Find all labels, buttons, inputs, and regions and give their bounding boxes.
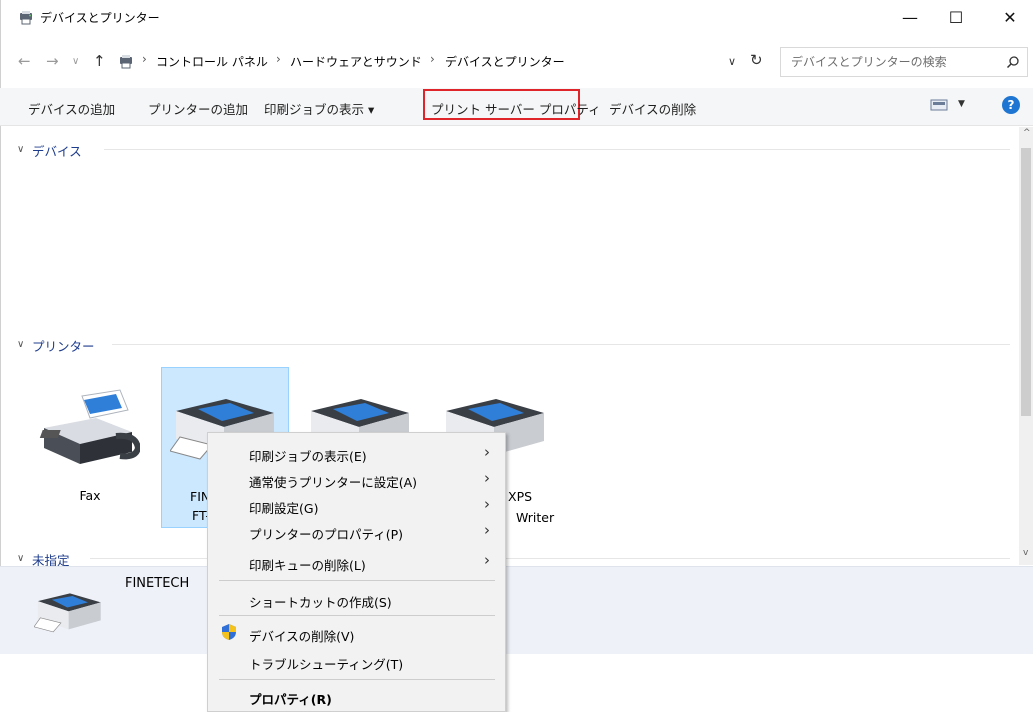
minimize-button[interactable]: — <box>887 0 933 35</box>
group-header-devices[interactable]: デバイス <box>32 141 82 160</box>
change-view-icon[interactable] <box>930 98 948 112</box>
search-placeholder: デバイスとプリンターの検索 <box>791 55 947 69</box>
menu-item-printer-properties[interactable]: プリンターのプロパティ(P) <box>249 524 403 543</box>
search-icon[interactable] <box>1006 55 1020 69</box>
maximize-button[interactable]: ☐ <box>933 0 979 35</box>
collapse-chevron-icon[interactable]: ∨ <box>17 339 24 350</box>
close-button[interactable]: ✕ <box>987 0 1033 35</box>
scrollbar-thumb[interactable] <box>1021 148 1031 416</box>
print-server-properties-button[interactable]: プリント サーバー プロパティ <box>431 99 601 118</box>
menu-item-printing-preferences[interactable]: 印刷設定(G) <box>249 498 318 517</box>
group-divider <box>104 149 1010 150</box>
menu-separator <box>219 580 495 581</box>
remove-device-button[interactable]: デバイスの削除 <box>609 99 696 118</box>
recent-locations-chevron-icon[interactable]: ∨ <box>72 56 79 67</box>
submenu-arrow-icon: › <box>484 469 490 487</box>
submenu-arrow-icon: › <box>484 443 490 461</box>
uac-shield-icon <box>222 624 236 640</box>
add-printer-button[interactable]: プリンターの追加 <box>148 99 248 118</box>
breadcrumb-hardware-sound[interactable]: ハードウェアとサウンド <box>290 53 422 70</box>
menu-item-remove-print-queue[interactable]: 印刷キューの削除(L) <box>249 555 366 574</box>
see-print-jobs-button[interactable]: 印刷ジョブの表示 ▾ <box>264 99 374 118</box>
menu-separator <box>219 615 495 616</box>
fax-icon[interactable] <box>36 388 140 468</box>
collapse-chevron-icon[interactable]: ∨ <box>17 553 24 564</box>
back-arrow-icon[interactable]: ← <box>18 52 31 70</box>
submenu-arrow-icon: › <box>484 521 490 539</box>
devices-printers-icon <box>20 11 32 25</box>
printer-label-fax: Fax <box>79 488 101 503</box>
printer-icon <box>34 593 101 633</box>
submenu-arrow-icon: › <box>484 551 490 569</box>
menu-item-see-print-jobs[interactable]: 印刷ジョブの表示(E) <box>249 446 367 465</box>
menu-item-remove-device[interactable]: デバイスの削除(V) <box>249 626 354 645</box>
up-arrow-icon[interactable]: ↑ <box>93 52 106 70</box>
breadcrumb-separator: › <box>430 52 435 66</box>
menu-separator <box>219 679 495 680</box>
printer-label-line1: XPS <box>508 489 533 504</box>
add-device-button[interactable]: デバイスの追加 <box>28 99 115 118</box>
group-divider <box>112 344 1010 345</box>
group-header-printers[interactable]: プリンター <box>32 336 95 355</box>
view-options-chevron-icon[interactable]: ▼ <box>958 99 965 109</box>
address-dropdown-chevron-icon[interactable]: ∨ <box>728 55 736 68</box>
breadcrumb-devices-printers[interactable]: デバイスとプリンター <box>445 53 565 70</box>
forward-arrow-icon[interactable]: → <box>46 52 59 70</box>
menu-item-troubleshoot[interactable]: トラブルシューティング(T) <box>249 654 403 673</box>
menu-item-create-shortcut[interactable]: ショートカットの作成(S) <box>249 592 392 611</box>
help-icon[interactable]: ? <box>1002 96 1020 114</box>
printer-label-line2: Writer <box>516 510 555 525</box>
scroll-up-arrow-icon[interactable]: ^ <box>1023 128 1031 138</box>
submenu-arrow-icon: › <box>484 495 490 513</box>
window-title: デバイスとプリンター <box>40 11 160 25</box>
menu-item-properties[interactable]: プロパティ(R) <box>249 689 332 708</box>
scroll-down-arrow-icon[interactable]: v <box>1023 548 1028 558</box>
address-location-icon <box>120 55 132 69</box>
collapse-chevron-icon[interactable]: ∨ <box>17 144 24 155</box>
refresh-icon[interactable]: ↻ <box>750 51 763 69</box>
breadcrumb-separator: › <box>276 52 281 66</box>
breadcrumb-separator: › <box>142 52 147 66</box>
details-device-name: FINETECH <box>125 576 190 591</box>
menu-item-set-default-printer[interactable]: 通常使うプリンターに設定(A) <box>249 472 417 491</box>
breadcrumb-control-panel[interactable]: コントロール パネル <box>156 53 268 70</box>
